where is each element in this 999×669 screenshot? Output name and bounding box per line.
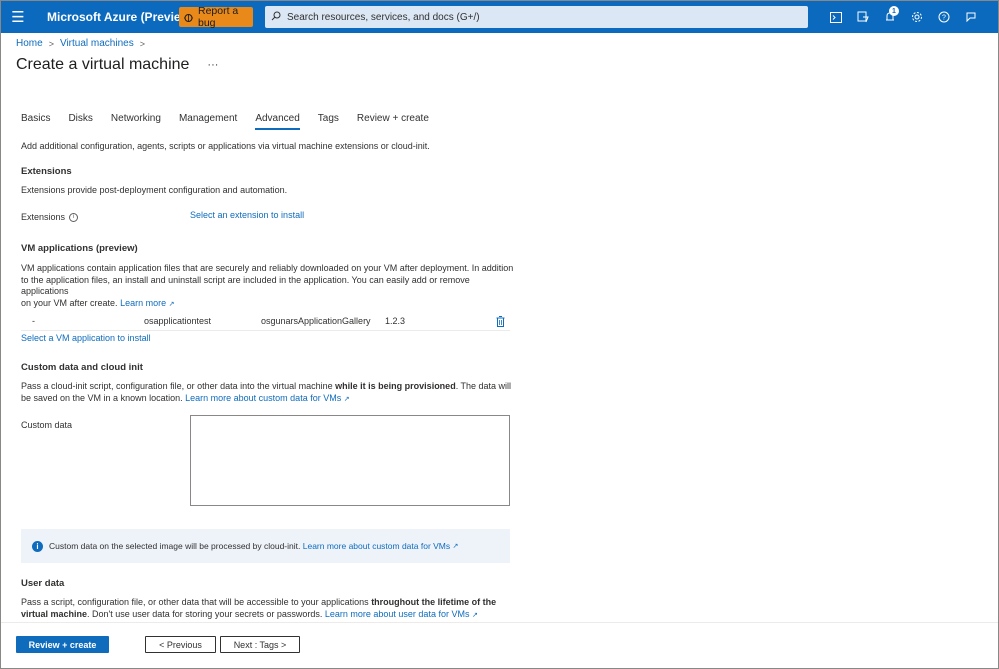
customdata-desc-line2: be saved on the VM in a known location. — [21, 392, 183, 403]
external-link-icon: ↗ — [168, 300, 175, 308]
app-name: osapplicationtest — [144, 316, 212, 326]
tab-basics[interactable]: Basics — [21, 113, 50, 130]
review-create-button[interactable]: Review + create — [16, 636, 109, 653]
vmapps-learn-more-link[interactable]: Learn more — [120, 298, 166, 308]
report-bug-button[interactable]: Report a bug — [179, 5, 253, 29]
delete-trash-icon[interactable] — [496, 316, 505, 330]
userdata-desc-bold2: virtual machine — [21, 608, 88, 619]
customdata-learn-more-link[interactable]: Learn more about custom data for VMs — [185, 393, 341, 403]
userdata-desc-line2: virtual machine. Don't use user data for… — [21, 609, 516, 622]
info-icon: i — [32, 540, 43, 552]
help-icon[interactable]: ? — [930, 1, 957, 33]
notification-badge: 1 — [889, 6, 899, 16]
page-title-row: Create a virtual machine ··· — [16, 56, 218, 74]
customdata-desc-line2-row: be saved on the VM in a known location. … — [21, 393, 516, 406]
customdata-label: Custom data — [21, 420, 73, 430]
tab-disks[interactable]: Disks — [68, 113, 92, 130]
customdata-desc: Pass a cloud-init script, configuration … — [21, 381, 516, 405]
intro-text: Add additional configuration, agents, sc… — [21, 141, 430, 151]
bug-icon — [183, 12, 194, 23]
vmapps-heading: VM applications (preview) — [21, 243, 138, 254]
wizard-tabs: Basics Disks Networking Management Advan… — [21, 113, 447, 130]
hamburger-menu-icon[interactable]: ☰ — [1, 1, 35, 33]
tab-networking[interactable]: Networking — [111, 113, 161, 130]
chevron-right-icon: > — [139, 38, 145, 49]
custom-data-textarea[interactable] — [190, 415, 510, 506]
breadcrumb-vms-link[interactable]: Virtual machines — [60, 38, 134, 49]
wizard-footer: Review + create < Previous Next : Tags > — [1, 622, 998, 668]
tab-advanced[interactable]: Advanced — [255, 113, 300, 130]
page-title: Create a virtual machine — [16, 56, 190, 73]
svg-text:?: ? — [942, 15, 946, 22]
userdata-desc-bold1: throughout the lifetime of the — [371, 597, 497, 607]
search-icon — [271, 11, 281, 24]
settings-icon[interactable] — [903, 1, 930, 33]
notifications-icon[interactable]: 1 — [876, 1, 903, 33]
previous-button[interactable]: < Previous — [145, 636, 216, 653]
external-link-icon: ↗ — [343, 395, 350, 403]
customdata-desc-bold: while it is being provisioned — [335, 381, 456, 391]
info-text: Custom data on the selected image will b… — [49, 541, 301, 551]
userdata-desc-pre: Pass a script, configuration file, or ot… — [21, 597, 372, 607]
next-tags-button[interactable]: Next : Tags > — [220, 636, 300, 653]
extensions-desc: Extensions provide post-deployment confi… — [21, 185, 288, 195]
tab-review-create[interactable]: Review + create — [357, 113, 429, 130]
top-bar: ☰ Microsoft Azure (Preview) Report a bug… — [1, 1, 998, 33]
breadcrumb: Home > Virtual machines > — [16, 38, 151, 49]
app-version: 1.2.3 — [385, 316, 406, 326]
customdata-desc-line1: Pass a cloud-init script, configuration … — [21, 381, 516, 393]
customdata-heading: Custom data and cloud init — [21, 362, 143, 373]
topbar-icons: 1 ? — [822, 1, 984, 33]
report-bug-label: Report a bug — [198, 5, 239, 29]
tab-management[interactable]: Management — [179, 113, 237, 130]
vm-application-row: - osapplicationtest osgunarsApplicationG… — [21, 313, 510, 331]
select-extension-link[interactable]: Select an extension to install — [190, 210, 304, 222]
breadcrumb-home-link[interactable]: Home — [16, 38, 43, 49]
external-link-icon: ↗ — [471, 611, 478, 619]
feedback-icon[interactable] — [957, 1, 984, 33]
extensions-label: Extensions — [21, 212, 66, 222]
extensions-label-row: Extensions i — [21, 212, 79, 224]
vmapps-desc: VM applications contain application file… — [21, 263, 516, 310]
cloud-shell-icon[interactable] — [822, 1, 849, 33]
userdata-desc-line1: Pass a script, configuration file, or ot… — [21, 597, 516, 609]
userdata-desc-post: . Don't use user data for storing your s… — [87, 608, 323, 619]
directory-filter-icon[interactable] — [849, 1, 876, 33]
customdata-desc-pre: Pass a cloud-init script, configuration … — [21, 381, 336, 391]
userdata-desc: Pass a script, configuration file, or ot… — [21, 597, 516, 621]
external-link-icon: ↗ — [452, 543, 459, 550]
global-search-input[interactable]: Search resources, services, and docs (G+… — [265, 6, 808, 28]
vmapps-desc-line1: VM applications contain application file… — [21, 263, 514, 273]
app-gallery: osgunarsApplicationGallery — [261, 316, 371, 326]
vmapps-desc-line3-row: on your VM after create. Learn more ↗ — [21, 298, 516, 311]
userdata-heading: User data — [21, 578, 65, 589]
customdata-desc-post: . The data will — [455, 381, 512, 391]
userdata-learn-more-link[interactable]: Learn more about user data for VMs — [325, 609, 470, 619]
more-options-icon[interactable]: ··· — [207, 59, 218, 71]
brand-title[interactable]: Microsoft Azure (Preview) — [47, 10, 194, 24]
search-placeholder: Search resources, services, and docs (G+… — [287, 11, 480, 23]
chevron-right-icon: > — [48, 38, 54, 49]
select-vm-application-link[interactable]: Select a VM application to install — [21, 333, 151, 345]
info-learn-more-link[interactable]: Learn more about custom data for VMs — [303, 541, 450, 551]
cloud-init-info-bar: i Custom data on the selected image will… — [21, 529, 510, 563]
app-dash: - — [32, 316, 35, 326]
vmapps-desc-line2: to the application files, an install and… — [21, 274, 470, 297]
info-icon[interactable]: i — [69, 213, 79, 223]
vmapps-desc-line3: on your VM after create. — [21, 297, 118, 308]
tab-tags[interactable]: Tags — [318, 113, 339, 130]
extensions-heading: Extensions — [21, 166, 72, 177]
